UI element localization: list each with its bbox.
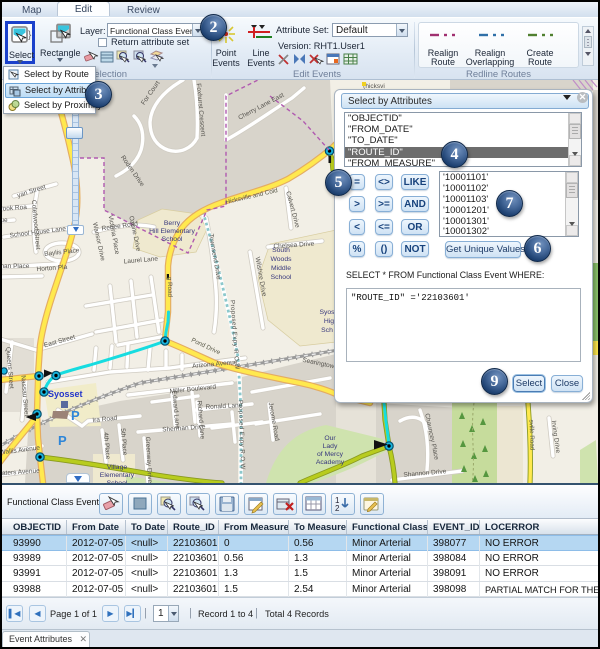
svg-text:Lady: Lady bbox=[323, 443, 338, 450]
svg-text:School: School bbox=[271, 274, 292, 281]
svg-text:of Mercy: of Mercy bbox=[317, 451, 344, 458]
svg-text:}: } bbox=[28, 30, 32, 41]
svg-text:P: P bbox=[58, 433, 67, 448]
svg-text:School: School bbox=[162, 236, 183, 243]
svg-text:Middle: Middle bbox=[271, 265, 291, 272]
svg-text:2: 2 bbox=[335, 504, 340, 513]
svg-text:Sch: Sch bbox=[321, 327, 333, 334]
svg-text:Syosset: Syosset bbox=[48, 389, 83, 399]
svg-text:Elementary: Elementary bbox=[100, 472, 135, 479]
svg-text:Our: Our bbox=[324, 435, 336, 442]
svg-text:Berry: Berry bbox=[164, 220, 181, 227]
svg-text:Woods: Woods bbox=[270, 256, 292, 263]
svg-text:Hig: Hig bbox=[324, 318, 334, 325]
svg-text:g Road: g Road bbox=[166, 277, 174, 298]
svg-text:Hill Elementary: Hill Elementary bbox=[149, 228, 195, 235]
svg-text:Syos: Syos bbox=[319, 309, 335, 316]
svg-text:P: P bbox=[71, 408, 80, 423]
svg-text:Village: Village bbox=[107, 464, 128, 471]
svg-text:Academy: Academy bbox=[316, 459, 345, 466]
svg-text:man Place: man Place bbox=[0, 263, 30, 270]
svg-text:sville Road: sville Road bbox=[527, 419, 535, 451]
